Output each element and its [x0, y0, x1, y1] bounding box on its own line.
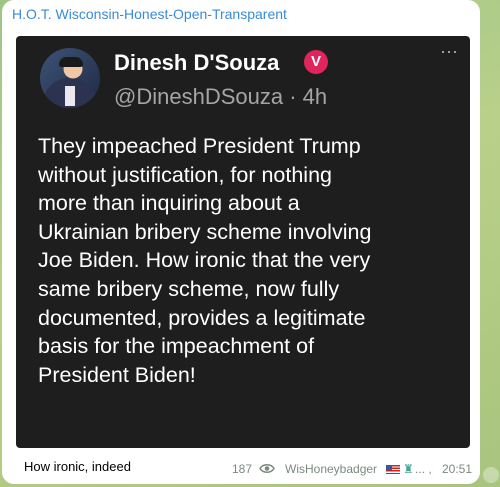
post-signature: WisHoneybadger [285, 462, 378, 476]
signature-suffix: ... , [415, 462, 432, 476]
tweet-handle-time: @DineshDSouza · 4h [114, 84, 328, 109]
avatar-hair [59, 57, 83, 67]
author-avatar[interactable] [40, 48, 100, 108]
view-count: 187 [232, 462, 253, 476]
message-caption: How ironic, indeed [24, 459, 131, 474]
tweet-text: They impeached President Trump without j… [38, 134, 372, 387]
tweet-author-name[interactable]: Dinesh D'Souza [114, 50, 279, 76]
share-button[interactable] [483, 467, 499, 483]
message-time: 20:51 [442, 462, 473, 476]
avatar-shirt [65, 86, 75, 106]
tweet-embed[interactable]: Dinesh D'Souza V @DineshDSouza · 4h ⋯ Th… [16, 36, 470, 448]
us-flag-icon [386, 465, 400, 474]
views-eye-icon [259, 464, 275, 473]
channel-name[interactable]: H.O.T. Wisconsin-Honest-Open-Transparent [12, 6, 287, 22]
message-bubble: H.O.T. Wisconsin-Honest-Open-Transparent… [2, 0, 480, 484]
verified-icon: V [304, 50, 328, 74]
statue-of-liberty-icon: ♜ [403, 462, 414, 476]
more-options-icon[interactable]: ⋯ [440, 42, 459, 63]
